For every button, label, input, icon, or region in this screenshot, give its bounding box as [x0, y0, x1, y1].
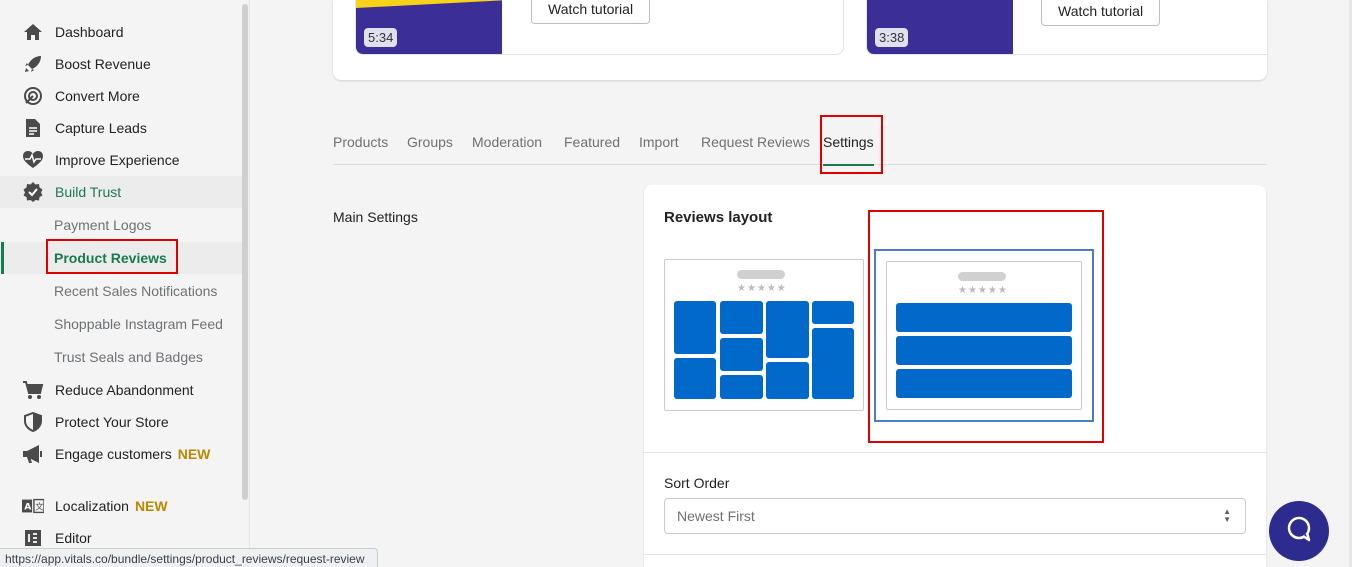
watch-tutorial-button[interactable]: Watch tutorial [1041, 0, 1161, 26]
sidebar-item-improve-experience[interactable]: Improve Experience [0, 144, 242, 176]
layout-preview-row [896, 336, 1072, 365]
sidebar-item-label: Editor [55, 530, 92, 546]
sidebar-item-label: Engage customers [55, 446, 172, 462]
sidebar-item-label: Improve Experience [55, 152, 180, 168]
layout-preview-block [766, 362, 809, 399]
layout-option-list-selected[interactable]: ★★★★★ [874, 249, 1094, 422]
tab-bar: Products Groups Moderation Featured Impo… [333, 128, 1267, 166]
sidebar-subitem-product-reviews[interactable]: Product Reviews [0, 242, 242, 274]
layout-preview-block [720, 301, 763, 334]
sidebar: Dashboard Boost Revenue Convert More Cap… [0, 0, 250, 567]
sidebar-item-convert-more[interactable]: Convert More [0, 80, 242, 112]
sidebar-item-label: Protect Your Store [55, 414, 169, 430]
tab-request-reviews[interactable]: Request Reviews [701, 134, 810, 165]
layout-option-list: ★★★★★ [886, 261, 1082, 410]
shield-icon [22, 411, 44, 433]
section-divider [644, 452, 1266, 453]
tab-moderation[interactable]: Moderation [472, 134, 542, 165]
tab-settings[interactable]: Settings [823, 134, 874, 166]
target-icon [22, 85, 44, 107]
tutorial-item: 5:34 Watch tutorial [355, 0, 844, 55]
sidebar-item-label: Localization [55, 498, 129, 514]
layout-preview-block [720, 375, 763, 399]
layout-option-masonry[interactable]: ★★★★★ [664, 259, 864, 411]
svg-text:A: A [24, 502, 32, 513]
tab-import[interactable]: Import [639, 134, 679, 165]
cart-icon [22, 379, 44, 401]
layout-preview-block [812, 301, 854, 324]
sidebar-item-label: Capture Leads [55, 120, 147, 136]
sidebar-item-capture-leads[interactable]: Capture Leads [0, 112, 242, 144]
reviews-layout-title: Reviews layout [664, 209, 773, 226]
tutorial-thumbnail[interactable]: 5:34 [356, 0, 502, 54]
new-badge: NEW [134, 498, 168, 514]
sort-order-label: Sort Order [664, 475, 730, 491]
sidebar-subitem-trust-seals[interactable]: Trust Seals and Badges [0, 341, 242, 373]
sidebar-item-label: Build Trust [55, 184, 122, 200]
heartbeat-icon [22, 149, 44, 171]
layout-preview-block [766, 301, 809, 358]
sidebar-subitem-label: Shoppable Instagram Feed [54, 316, 223, 332]
rocket-icon [22, 53, 44, 75]
tab-featured[interactable]: Featured [564, 134, 620, 165]
new-badge: NEW [177, 446, 211, 462]
layout-preview-stars: ★★★★★ [737, 283, 787, 294]
tab-groups[interactable]: Groups [407, 134, 453, 165]
video-duration: 3:38 [875, 28, 909, 47]
video-duration: 5:34 [364, 28, 398, 47]
sort-order-value: Newest First [677, 508, 755, 524]
sidebar-item-label: Boost Revenue [55, 56, 151, 72]
settings-card: Reviews layout ★★★★★ ★★★★★ Sort Order Ne… [644, 185, 1266, 567]
tab-products[interactable]: Products [333, 134, 388, 165]
layout-preview-block [674, 358, 716, 399]
sidebar-subitem-label: Trust Seals and Badges [54, 349, 203, 365]
layout-preview-block [674, 301, 716, 354]
megaphone-icon [22, 443, 44, 465]
section-divider [644, 554, 1266, 555]
layout-preview-row [896, 369, 1072, 398]
sidebar-item-engage-customers[interactable]: Engage customers NEW [0, 438, 242, 470]
layout-preview-stars: ★★★★★ [958, 285, 1008, 296]
layout-preview-block [812, 328, 854, 399]
section-label: Main Settings [333, 209, 418, 225]
tutorials-card: 5:34 Watch tutorial 3:38 Watch tutorial [333, 0, 1267, 80]
watch-tutorial-button[interactable]: Watch tutorial [531, 0, 651, 24]
tutorial-item: 3:38 Watch tutorial [866, 0, 1267, 55]
svg-text:文: 文 [35, 502, 43, 512]
sidebar-item-label: Reduce Abandonment [55, 382, 194, 398]
translate-icon: A文 [22, 495, 44, 517]
sidebar-item-label: Convert More [55, 88, 140, 104]
sort-order-select[interactable]: Newest First ▲ ▼ [664, 498, 1246, 534]
sidebar-item-label: Dashboard [55, 24, 124, 40]
sidebar-subitem-payment-logos[interactable]: Payment Logos [0, 209, 242, 241]
verified-badge-icon [22, 181, 44, 203]
layout-preview-row [896, 303, 1072, 332]
document-icon [22, 117, 44, 139]
sidebar-item-label-wrap: Engage customers NEW [55, 446, 210, 462]
sidebar-subitem-recent-sales[interactable]: Recent Sales Notifications [0, 275, 242, 307]
thumbnail-stripe [356, 0, 502, 8]
sidebar-item-build-trust[interactable]: Build Trust [0, 176, 242, 208]
sidebar-scrollbar[interactable] [242, 4, 248, 500]
sidebar-subitem-label: Product Reviews [54, 250, 167, 266]
sidebar-item-dashboard[interactable]: Dashboard [0, 16, 242, 48]
layout-preview-block [720, 338, 763, 371]
sidebar-item-label-wrap: Localization NEW [55, 498, 168, 514]
sidebar-item-protect-store[interactable]: Protect Your Store [0, 406, 242, 438]
sidebar-item-boost-revenue[interactable]: Boost Revenue [0, 48, 242, 80]
chat-support-button[interactable] [1269, 501, 1329, 561]
layout-preview-title-bar [958, 272, 1006, 281]
layout-preview-title-bar [737, 270, 785, 279]
editor-icon [22, 527, 44, 549]
home-icon [22, 21, 44, 43]
status-bar-url: https://app.vitals.co/bundle/settings/pr… [0, 548, 378, 567]
tutorial-thumbnail[interactable]: 3:38 [867, 0, 1013, 54]
sidebar-subitem-instagram-feed[interactable]: Shoppable Instagram Feed [0, 308, 242, 340]
sidebar-item-localization[interactable]: A文 Localization NEW [0, 490, 242, 522]
chat-bubble-icon [1284, 514, 1314, 549]
sidebar-item-reduce-abandonment[interactable]: Reduce Abandonment [0, 374, 242, 406]
select-arrows-icon: ▲ ▼ [1223, 507, 1231, 524]
sidebar-subitem-label: Payment Logos [54, 217, 152, 233]
sidebar-subitem-label: Recent Sales Notifications [54, 283, 218, 299]
